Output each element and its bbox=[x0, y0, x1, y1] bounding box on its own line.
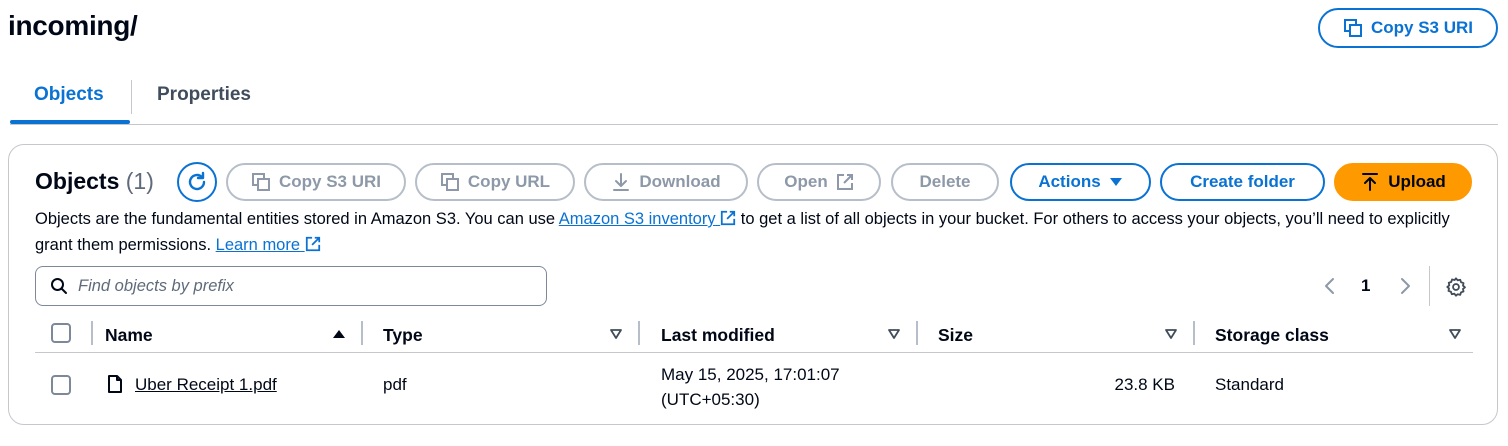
delete-label: Delete bbox=[919, 172, 971, 191]
tab-divider bbox=[131, 80, 132, 114]
copy-s3-uri-button[interactable]: Copy S3 URI bbox=[1318, 8, 1498, 48]
column-header-name[interactable]: Name bbox=[105, 325, 153, 346]
refresh-icon bbox=[188, 171, 206, 191]
file-icon bbox=[108, 375, 122, 393]
objects-panel: Objects (1) Copy S3 URI Copy URL Downloa… bbox=[8, 144, 1498, 425]
objects-count: (1) bbox=[125, 168, 154, 194]
objects-title-text: Objects bbox=[35, 168, 120, 194]
column-header-storage-class[interactable]: Storage class bbox=[1215, 325, 1329, 346]
open-label: Open bbox=[784, 172, 828, 191]
copy-s3-uri-label: Copy S3 URI bbox=[1370, 18, 1474, 37]
description-text-1: Objects are the fundamental entities sto… bbox=[35, 210, 559, 228]
chevron-left-icon[interactable] bbox=[1323, 276, 1337, 296]
refresh-button[interactable] bbox=[177, 162, 217, 202]
table-row: Uber Receipt 1.pdf pdf May 15, 2025, 17:… bbox=[35, 355, 1473, 417]
last-modified-datetime: May 15, 2025, 17:01:07 bbox=[661, 365, 840, 384]
object-name-link[interactable]: Uber Receipt 1.pdf bbox=[135, 375, 277, 395]
objects-panel-title: Objects (1) bbox=[35, 168, 154, 195]
active-tab-indicator bbox=[10, 120, 130, 124]
actions-label: Actions bbox=[1038, 172, 1101, 191]
select-all-checkbox[interactable] bbox=[51, 323, 71, 343]
copy-url-label: Copy URL bbox=[467, 172, 551, 191]
column-divider bbox=[91, 321, 93, 345]
copy-s3-uri-toolbar-button[interactable]: Copy S3 URI bbox=[226, 163, 406, 201]
sort-descending-icon[interactable] bbox=[1164, 328, 1178, 340]
chevron-right-icon[interactable] bbox=[1398, 276, 1412, 296]
settings-icon[interactable] bbox=[1445, 276, 1467, 298]
copy-icon bbox=[251, 173, 270, 191]
table-header: Name Type Last modified Size Storage cla… bbox=[35, 317, 1473, 353]
tab-bar: Objects Properties bbox=[10, 70, 1498, 125]
tab-properties[interactable]: Properties bbox=[157, 84, 251, 106]
sort-ascending-icon[interactable] bbox=[332, 328, 346, 340]
create-folder-label: Create folder bbox=[1190, 172, 1295, 191]
sort-descending-icon[interactable] bbox=[609, 328, 623, 340]
page-title: incoming/ bbox=[8, 10, 138, 41]
column-divider bbox=[638, 321, 640, 345]
object-last-modified: May 15, 2025, 17:01:07 (UTC+05:30) bbox=[661, 362, 840, 412]
upload-label: Upload bbox=[1388, 172, 1446, 191]
tab-objects[interactable]: Objects bbox=[34, 84, 104, 106]
object-size: 23.8 KB bbox=[1114, 375, 1176, 394]
download-button[interactable]: Download bbox=[584, 163, 748, 201]
column-header-type[interactable]: Type bbox=[383, 325, 423, 346]
row-select-checkbox[interactable] bbox=[51, 375, 71, 395]
last-modified-timezone: (UTC+05:30) bbox=[661, 390, 760, 409]
search-box bbox=[35, 266, 547, 306]
learn-more-label: Learn more bbox=[215, 236, 301, 254]
open-button[interactable]: Open bbox=[757, 163, 881, 201]
download-label: Download bbox=[639, 172, 721, 191]
column-header-size[interactable]: Size bbox=[938, 325, 973, 346]
upload-button[interactable]: Upload bbox=[1334, 163, 1472, 201]
external-link-icon bbox=[721, 210, 736, 226]
external-link-icon bbox=[836, 174, 853, 190]
download-icon bbox=[613, 173, 630, 191]
s3-inventory-link-label: Amazon S3 inventory bbox=[558, 210, 716, 228]
external-link-icon bbox=[305, 236, 320, 252]
search-icon bbox=[51, 278, 67, 294]
caret-down-icon bbox=[1109, 178, 1122, 186]
create-folder-button[interactable]: Create folder bbox=[1160, 163, 1325, 201]
search-input[interactable] bbox=[78, 276, 518, 296]
current-page-number[interactable]: 1 bbox=[1361, 276, 1370, 296]
copy-icon bbox=[1343, 19, 1362, 37]
column-divider bbox=[361, 321, 363, 345]
column-divider bbox=[916, 321, 918, 345]
pagination-divider bbox=[1429, 266, 1430, 306]
copy-icon bbox=[440, 173, 459, 191]
object-storage-class: Standard bbox=[1215, 375, 1284, 394]
actions-dropdown-button[interactable]: Actions bbox=[1010, 163, 1151, 201]
column-header-last-modified[interactable]: Last modified bbox=[661, 325, 775, 346]
sort-descending-icon[interactable] bbox=[1448, 328, 1462, 340]
upload-icon bbox=[1362, 173, 1379, 191]
objects-description: Objects are the fundamental entities sto… bbox=[35, 206, 1455, 258]
delete-button[interactable]: Delete bbox=[891, 163, 999, 201]
learn-more-link[interactable]: Learn more bbox=[216, 236, 321, 254]
object-type: pdf bbox=[383, 375, 407, 394]
copy-url-button[interactable]: Copy URL bbox=[415, 163, 575, 201]
sort-descending-icon[interactable] bbox=[887, 328, 901, 340]
column-divider bbox=[1193, 321, 1195, 345]
s3-inventory-link[interactable]: Amazon S3 inventory bbox=[559, 210, 736, 228]
copy-s3-uri-toolbar-label: Copy S3 URI bbox=[278, 172, 382, 191]
